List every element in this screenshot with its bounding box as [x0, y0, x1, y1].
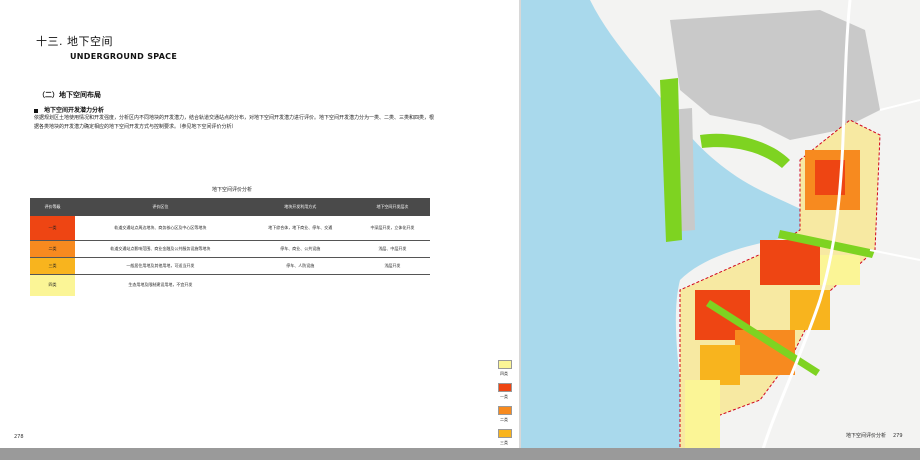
site-plan-map [520, 0, 920, 460]
table-caption: 地下空间评价分析 [212, 187, 253, 193]
table-header-depth: 地下空间开发层次 [354, 198, 430, 216]
table-header-mode: 地块开发利用方式 [245, 198, 355, 216]
level-cell: 一类 [30, 216, 75, 241]
page-number-left: 278 [14, 434, 24, 440]
depth-cell: 浅层、中层开发 [354, 240, 430, 258]
legend-swatch [498, 406, 512, 415]
zone-class-one [760, 240, 820, 285]
level-cell: 四类 [30, 274, 75, 296]
zone-class-four [685, 380, 720, 450]
table-header-row: 评价等级 评价区位 地块开发利用方式 地下空间开发层次 [30, 198, 430, 216]
subsection-heading: 地下空间开发潜力分析 [34, 105, 104, 114]
right-page-map [520, 0, 920, 460]
table-row: 一类 轨道交通站点周边地块、商务核心区及中心区等地块 地下综合体，地下商业、停车… [30, 216, 430, 241]
level-cell: 二类 [30, 240, 75, 258]
subsection-label: 地下空间开发潜力分析 [44, 107, 105, 114]
chapter-title: 十三. 地下空间 [36, 35, 113, 48]
zone-class-three [700, 345, 740, 385]
body-paragraph: 依据规划区土地使用情况和开发强度，分析区内不同地块的开发潜力，结合轨道交通站点的… [34, 115, 435, 130]
legend-swatch [498, 360, 512, 369]
level-cell: 三类 [30, 257, 75, 275]
legend-label: 一类 [500, 394, 508, 399]
evaluation-table: 评价等级 评价区位 地块开发利用方式 地下空间开发层次 一类 轨道交通站点周边地… [30, 198, 430, 296]
table-row: 三类 一般居住用地及其他用地，可适当开发 停车、人防设施 浅层开发 [30, 257, 430, 275]
legend-label: 四类 [500, 371, 508, 376]
depth-cell: 中深层开发，立体化开发 [354, 216, 430, 241]
table-row: 四类 生态用地及限制建设用地，不宜开发 [30, 274, 430, 296]
legend-label: 三类 [500, 440, 508, 445]
page-number-right: 279 [893, 433, 903, 439]
table-header-area: 评价区位 [75, 198, 246, 216]
legend-swatch [498, 429, 512, 438]
area-cell: 轨道交通站点周边地块、商务核心区及中心区等地块 [75, 216, 246, 241]
mode-cell: 地下综合体，地下商业、停车、交通 [245, 216, 355, 241]
legend-item: 四类 [498, 360, 522, 383]
table-row: 二类 轨道交通站点影响范围、商业金融及公共服务设施等地块 停车、商业、公共设施 … [30, 240, 430, 258]
mode-cell [246, 274, 355, 296]
left-page: 十三. 地下空间 UNDERGROUND SPACE （二）地下空间布局 地下空… [0, 0, 520, 460]
map-legend: 四类 一类 二类 三类 [498, 360, 522, 452]
document-spread: 十三. 地下空间 UNDERGROUND SPACE （二）地下空间布局 地下空… [0, 0, 920, 460]
mode-cell: 停车、商业、公共设施 [245, 240, 355, 258]
bottom-strip [0, 448, 920, 460]
section-title: （二）地下空间布局 [38, 91, 101, 99]
secondary-road [879, 99, 920, 111]
legend-item: 二类 [498, 406, 522, 429]
area-cell: 一般居住用地及其他用地，可适当开发 [75, 257, 246, 275]
legend-label: 二类 [500, 417, 508, 422]
area-cell: 轨道交通站点影响范围、商业金融及公共服务设施等地块 [75, 240, 246, 258]
map-caption: 地下空间评价分析 [846, 433, 887, 439]
legend-item: 一类 [498, 383, 522, 406]
chapter-subtitle: UNDERGROUND SPACE [70, 52, 178, 61]
bullet-icon [34, 108, 38, 113]
area-cell: 生态用地及限制建设用地，不宜开发 [128, 282, 193, 288]
legend-swatch [498, 383, 512, 392]
depth-cell: 浅层开发 [354, 257, 430, 275]
depth-cell [355, 274, 430, 296]
table-header-level: 评价等级 [30, 198, 75, 216]
mode-cell: 停车、人防设施 [245, 257, 355, 275]
secondary-road [869, 249, 920, 261]
